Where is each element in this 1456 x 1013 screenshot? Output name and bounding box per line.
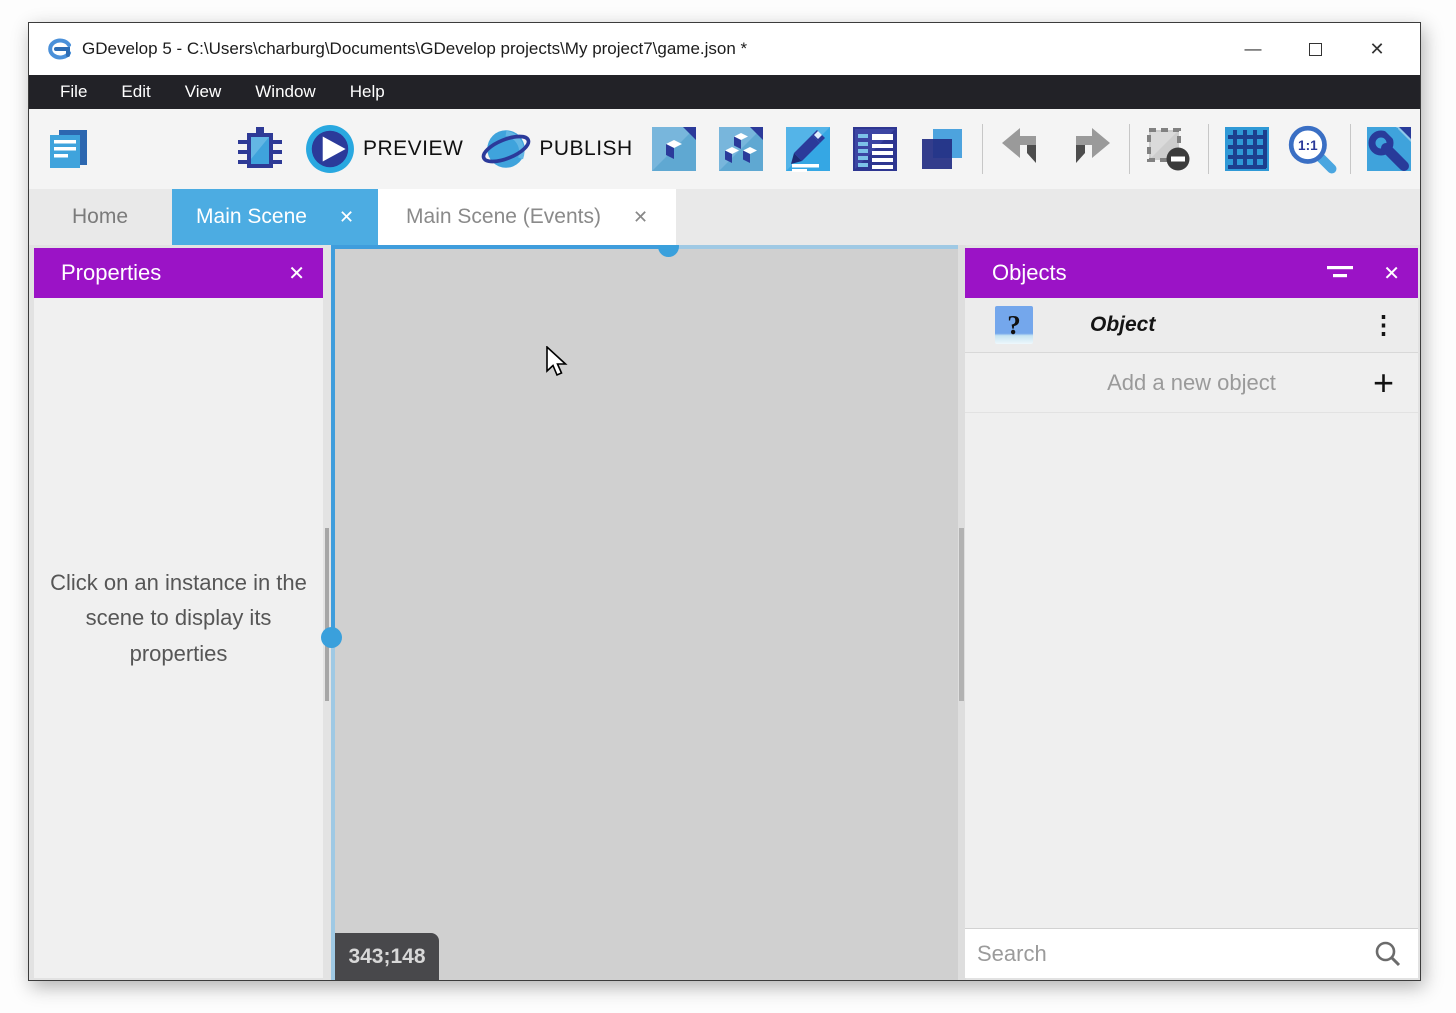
gdevelop-logo-icon — [46, 36, 72, 62]
preview-button[interactable] — [305, 124, 355, 174]
mask-toggle-button[interactable] — [1143, 124, 1193, 174]
menu-edit[interactable]: Edit — [104, 75, 167, 109]
maximize-button[interactable] — [1284, 23, 1346, 75]
game-window-left-edge-extension — [331, 637, 335, 980]
menu-window[interactable]: Window — [238, 75, 332, 109]
toolbar: PREVIEW PUBLISH — [29, 109, 1420, 189]
tab-bar: Home Main Scene ✕ Main Scene (Events) ✕ — [29, 189, 1420, 245]
tab-home[interactable]: Home — [46, 189, 154, 245]
menu-view[interactable]: View — [168, 75, 239, 109]
scene-cube-icon — [650, 125, 698, 173]
redo-icon — [1066, 125, 1114, 173]
resize-handle-top[interactable] — [658, 245, 679, 257]
object-list-item[interactable]: ? Object ⋮ — [965, 298, 1418, 353]
app-window: GDevelop 5 - C:\Users\charburg\Documents… — [28, 22, 1421, 981]
menu-bar: File Edit View Window Help — [29, 75, 1420, 109]
close-button[interactable]: ✕ — [1346, 23, 1408, 75]
publish-label[interactable]: PUBLISH — [539, 137, 632, 161]
close-tab-icon[interactable]: ✕ — [633, 207, 648, 228]
events-sheet-button[interactable] — [850, 124, 900, 174]
search-icon[interactable] — [1374, 940, 1402, 968]
scene-properties-button[interactable] — [1364, 124, 1414, 174]
game-window-top-edge-extension — [668, 245, 958, 249]
properties-panel-header: Properties ✕ — [34, 248, 323, 298]
maximize-icon — [1309, 43, 1322, 56]
close-panel-icon[interactable]: ✕ — [1383, 261, 1400, 286]
tab-main-scene[interactable]: Main Scene ✕ — [172, 189, 378, 245]
canvas-right-scrollbar-thumb[interactable] — [959, 528, 964, 701]
layers-icon — [918, 125, 966, 173]
object-thumbnail-icon: ? — [995, 306, 1033, 344]
object-name: Object — [1090, 313, 1155, 337]
properties-empty-message: Click on an instance in the scene to dis… — [34, 298, 323, 978]
edit-events-button[interactable] — [783, 124, 833, 174]
redo-button[interactable] — [1065, 124, 1115, 174]
wrench-icon — [1365, 125, 1413, 173]
editor-content: Properties ✕ Click on an instance in the… — [29, 245, 1420, 980]
close-panel-icon[interactable]: ✕ — [288, 261, 305, 286]
object-more-menu-icon[interactable]: ⋮ — [1371, 313, 1396, 338]
tab-main-scene-events[interactable]: Main Scene (Events) ✕ — [378, 189, 676, 245]
preview-label[interactable]: PREVIEW — [363, 137, 463, 161]
minimize-button[interactable]: — — [1222, 23, 1284, 75]
debug-bug-icon — [236, 125, 284, 173]
zoom-1-1-icon: 1:1 — [1287, 124, 1337, 174]
canvas-left-scrollbar-thumb[interactable] — [325, 528, 329, 701]
zoom-original-button[interactable]: 1:1 — [1287, 124, 1337, 174]
add-object-plus-icon[interactable]: + — [1373, 365, 1394, 401]
publish-button[interactable] — [481, 124, 531, 174]
undo-icon — [998, 125, 1046, 173]
layers-button[interactable] — [917, 124, 967, 174]
edit-scene-button[interactable] — [649, 124, 699, 174]
mouse-cursor-icon — [546, 346, 568, 378]
play-icon — [305, 123, 355, 175]
properties-panel: Properties ✕ Click on an instance in the… — [34, 248, 323, 978]
tab-label: Main Scene (Events) — [406, 205, 601, 229]
cursor-coordinates-badge: 343;148 — [335, 933, 439, 980]
objects-panel-title: Objects — [992, 260, 1327, 286]
objects-search-bar — [965, 928, 1418, 978]
scene-canvas[interactable] — [331, 245, 958, 980]
grid-toggle-button[interactable] — [1222, 124, 1272, 174]
menu-file[interactable]: File — [43, 75, 104, 109]
game-window-top-edge — [331, 245, 668, 249]
properties-panel-title: Properties — [61, 260, 288, 286]
window-title: GDevelop 5 - C:\Users\charburg\Documents… — [82, 39, 747, 59]
filter-icon[interactable] — [1327, 262, 1353, 284]
objects-panel: Objects ✕ ? Object ⋮ Add a new object + — [965, 248, 1418, 978]
project-manager-button[interactable] — [43, 124, 93, 174]
edit-objects-button[interactable] — [716, 124, 766, 174]
svg-text:1:1: 1:1 — [1298, 138, 1318, 153]
objects-cubes-icon — [717, 125, 765, 173]
objects-panel-header: Objects ✕ — [965, 248, 1418, 298]
title-bar: GDevelop 5 - C:\Users\charburg\Documents… — [29, 23, 1420, 75]
globe-icon — [481, 122, 531, 176]
game-window-left-edge — [331, 245, 335, 637]
events-list-icon — [851, 125, 899, 173]
debug-button[interactable] — [235, 124, 285, 174]
resize-handle-left[interactable] — [321, 627, 342, 648]
add-object-label: Add a new object — [1107, 370, 1276, 396]
objects-search-input[interactable] — [977, 941, 1374, 967]
undo-button[interactable] — [997, 124, 1047, 174]
menu-help[interactable]: Help — [333, 75, 402, 109]
grid-icon — [1223, 125, 1271, 173]
close-tab-icon[interactable]: ✕ — [339, 207, 354, 228]
project-manager-icon — [44, 125, 92, 173]
add-object-row[interactable]: Add a new object + — [965, 353, 1418, 413]
mask-icon — [1144, 125, 1192, 173]
pencil-icon — [784, 125, 832, 173]
tab-label: Main Scene — [196, 205, 307, 229]
